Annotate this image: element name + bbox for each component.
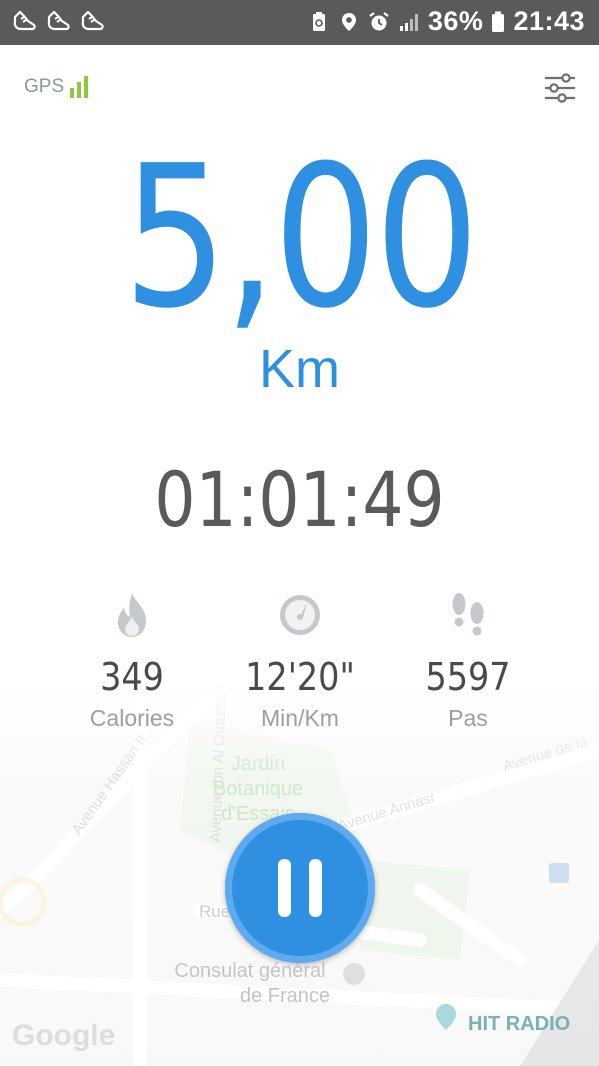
calories-value: 349 [100, 655, 164, 699]
signal-icon [399, 13, 418, 31]
battery-percent: 36% [427, 6, 484, 36]
steps-label: Pas [448, 705, 488, 731]
location-icon [341, 12, 356, 31]
clock: 21:43 [513, 6, 585, 36]
pause-button[interactable] [225, 813, 375, 963]
stat-calories: 349 Calories [42, 590, 222, 732]
pause-icon [309, 859, 322, 917]
alarm-icon [369, 11, 389, 30]
pace-value: 12'20" [245, 655, 355, 699]
recycle-battery-icon [312, 11, 325, 31]
shoe-icon [13, 10, 36, 31]
speedometer-icon [210, 590, 390, 640]
system-status: 36% 21:43 [308, 6, 585, 37]
elapsed-time: 01:01:49 [154, 455, 445, 544]
status-bar: 36% 21:43 [0, 0, 599, 45]
sliders-icon[interactable] [543, 71, 577, 105]
notification-icons [12, 8, 106, 34]
gps-indicator: GPS [24, 76, 89, 98]
steps-value: 5597 [425, 655, 511, 699]
footprints-icon [378, 590, 558, 640]
gps-signal-icon [70, 76, 89, 98]
stat-steps: 5597 Pas [378, 590, 558, 732]
flame-icon [42, 590, 222, 640]
shoe-icon [47, 10, 70, 31]
calories-label: Calories [89, 705, 175, 731]
battery-icon [492, 11, 505, 32]
gps-label: GPS [24, 76, 65, 97]
pause-icon [278, 859, 291, 917]
distance-unit: Km [259, 339, 340, 399]
distance-value: 5,00 [122, 124, 480, 352]
shoe-icon [81, 10, 104, 31]
pace-label: Min/Km [261, 705, 339, 731]
stat-pace: 12'20" Min/Km [210, 590, 390, 732]
